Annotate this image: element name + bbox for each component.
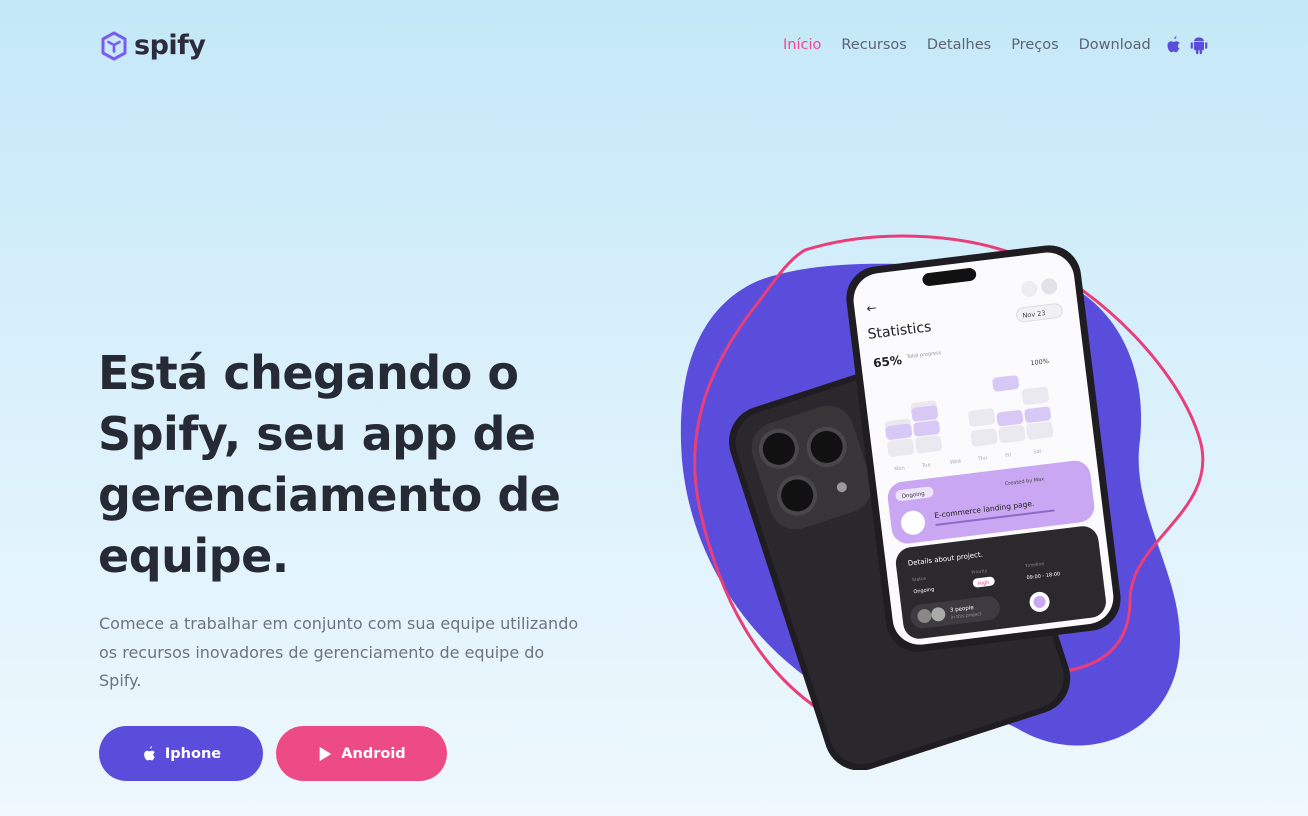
android-button-label: Android [341, 745, 406, 762]
back-arrow-icon: ← [866, 301, 878, 316]
play-icon [319, 746, 332, 761]
top-navbar: spify Início Recursos Detalhes Preços Do… [0, 0, 1308, 92]
nav-link-download[interactable]: Download [1079, 37, 1151, 53]
android-download-button[interactable]: Android [276, 726, 447, 781]
brand-name: spify [134, 30, 206, 61]
day-label: Tue [921, 462, 931, 469]
nav-link-detalhes[interactable]: Detalhes [927, 37, 991, 53]
apple-icon [144, 745, 155, 760]
day-label: Mon [894, 465, 905, 472]
android-icon[interactable] [1190, 35, 1208, 55]
day-label: Sat [1033, 449, 1042, 456]
day-label: Thu [976, 455, 987, 462]
nav-links: Início Recursos Detalhes Preços Download [783, 37, 1171, 53]
day-label: Fri [1005, 452, 1012, 459]
nav-link-inicio[interactable]: Início [783, 37, 821, 53]
nav-store-icons [1164, 35, 1208, 55]
front-phone: ← Statistics Nov 23 65% Total progress 1… [846, 245, 1121, 652]
nav-link-precos[interactable]: Preços [1011, 37, 1058, 53]
brand-logo[interactable]: spify [100, 30, 206, 61]
hero-phone-illustration: ← Statistics Nov 23 65% Total progress 1… [680, 234, 1205, 770]
hero-subtitle: Comece a trabalhar em conjunto com sua e… [99, 614, 579, 690]
iphone-button-label: Iphone [164, 745, 222, 762]
box-icon [101, 31, 127, 60]
iphone-download-button[interactable]: Iphone [99, 726, 263, 781]
hero-title: Está chegando o Spify, seu app de gerenc… [98, 346, 561, 583]
nav-link-recursos[interactable]: Recursos [841, 37, 906, 53]
apple-icon[interactable] [1164, 35, 1182, 55]
